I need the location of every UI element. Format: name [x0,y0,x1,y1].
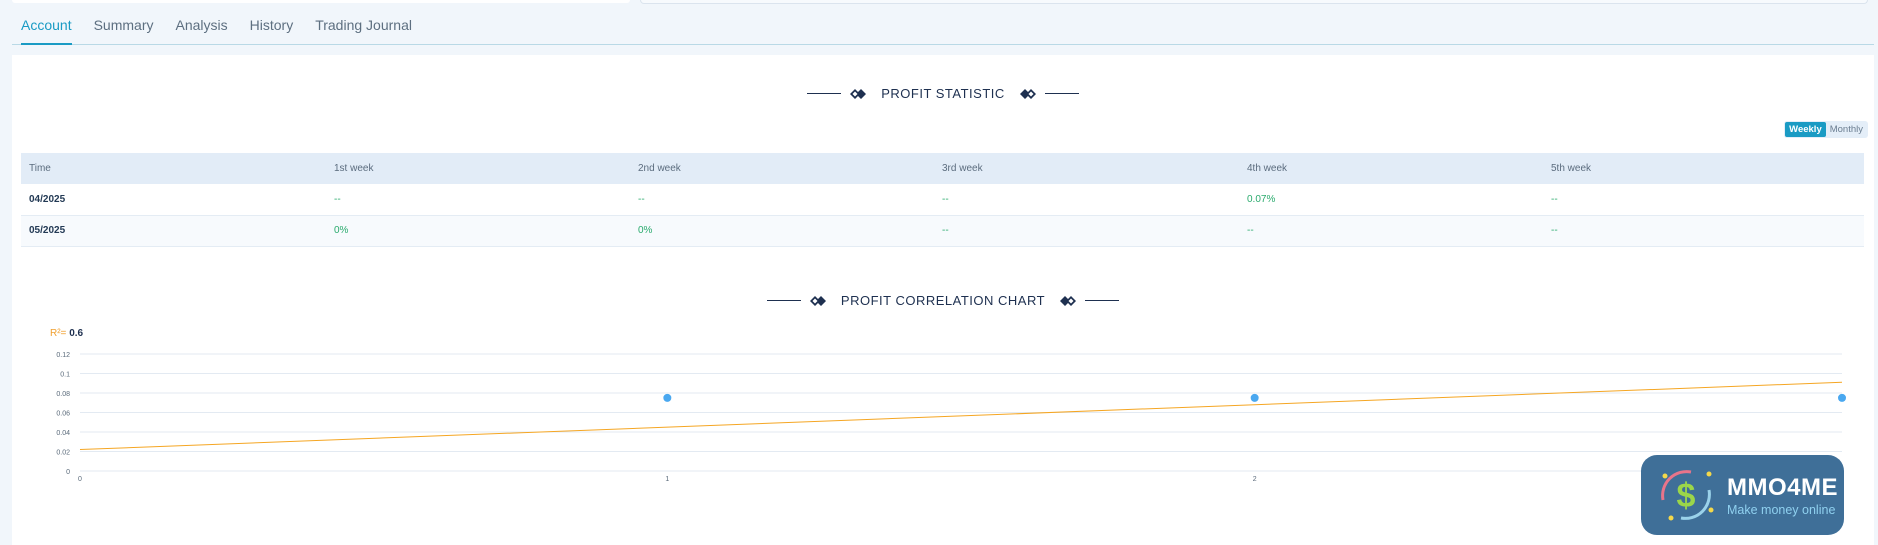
y-tick-label: 0.04 [56,430,70,437]
watermark-text: MMO4ME Make money online [1727,474,1838,517]
account-panel: PROFIT STATISTIC Weekly Monthly Time 1st… [12,55,1874,545]
table-cell: 05/2025 [21,215,326,247]
profit-statistic-title: PROFIT STATISTIC [881,86,1005,101]
table-cell: -- [1239,215,1543,247]
diamond-ornament-icon [809,295,826,306]
table-cell: -- [1543,215,1864,247]
heading-rule-right [1044,93,1079,94]
x-tick-label: 2 [1253,476,1257,483]
column-header-week-3: 3rd week [934,153,1239,184]
table-cell: -- [326,184,630,216]
top-input-edge [640,0,1868,4]
x-tick-label: 1 [665,476,669,483]
period-toggle: Weekly Monthly [1784,121,1868,138]
y-tick-label: 0.1 [60,372,70,379]
top-strip [0,0,1878,4]
column-header-week-5: 5th week [1543,153,1864,184]
table-cell: 0% [326,215,630,247]
watermark-tagline: Make money online [1727,502,1836,517]
y-tick-label: 0.02 [56,450,70,457]
tab-trading-journal[interactable]: Trading Journal [315,10,412,45]
table-cell: 0% [630,215,934,247]
heading-rule-right [1085,300,1120,301]
y-tick-label: 0.08 [56,391,70,398]
dollar-coin-logo-icon: $ [1661,470,1714,521]
top-panel-edge [12,0,630,3]
x-tick-label: 0 [78,476,82,483]
table-row: 04/2025 -- -- -- 0.07% -- [21,184,1864,216]
profit-statistic-table: Time 1st week 2nd week 3rd week 4th week… [21,153,1864,247]
table-cell: -- [630,184,934,216]
watermark-name: MMO4ME [1727,473,1838,501]
profit-statistic-heading: PROFIT STATISTIC [12,86,1874,101]
table-row: 05/2025 0% 0% -- -- -- [21,215,1864,247]
diamond-ornament-icon [1019,88,1036,99]
table-cell: -- [934,215,1239,247]
monthly-toggle-button[interactable]: Monthly [1826,122,1867,137]
r-squared-label: R²= [50,328,67,339]
table-header-row: Time 1st week 2nd week 3rd week 4th week… [21,153,1864,184]
diamond-ornament-icon [850,88,867,99]
svg-text:$: $ [1677,477,1696,515]
tab-analysis[interactable]: Analysis [176,10,228,45]
tab-summary[interactable]: Summary [94,10,154,45]
y-tick-label: 0.06 [56,411,70,418]
heading-rule-left [807,93,842,94]
profit-correlation-heading: PROFIT CORRELATION CHART [12,293,1874,308]
trend-line [79,381,1843,451]
column-header-time: Time [21,153,326,184]
weekly-toggle-button[interactable]: Weekly [1785,122,1826,137]
data-point [1250,393,1259,402]
r-squared-readout: R²= 0.6 [50,328,83,339]
column-header-week-1: 1st week [326,153,630,184]
column-header-week-4: 4th week [1239,153,1543,184]
table-cell: -- [934,184,1239,216]
tab-bar: Account Summary Analysis History Trading… [12,10,1874,45]
profit-correlation-chart: 0 0.02 0.04 0.06 0.08 0.1 0.12 0 1 2 [56,352,1846,483]
data-point [663,393,672,402]
profit-correlation-title: PROFIT CORRELATION CHART [840,293,1046,308]
y-tick-label: 0 [66,469,70,476]
mmo4me-watermark: $ MMO4ME Make money online [1641,455,1844,535]
diamond-ornament-icon [1060,295,1077,306]
r-squared-value: 0.6 [69,328,84,339]
table-cell: 04/2025 [21,184,326,216]
data-point [1838,393,1846,402]
table-cell: -- [1543,184,1864,216]
tab-history[interactable]: History [250,10,294,45]
heading-rule-left [766,300,801,301]
y-tick-label: 0.12 [56,352,70,359]
column-header-week-2: 2nd week [630,153,934,184]
table-cell: 0.07% [1239,184,1543,216]
tab-account[interactable]: Account [21,10,72,45]
